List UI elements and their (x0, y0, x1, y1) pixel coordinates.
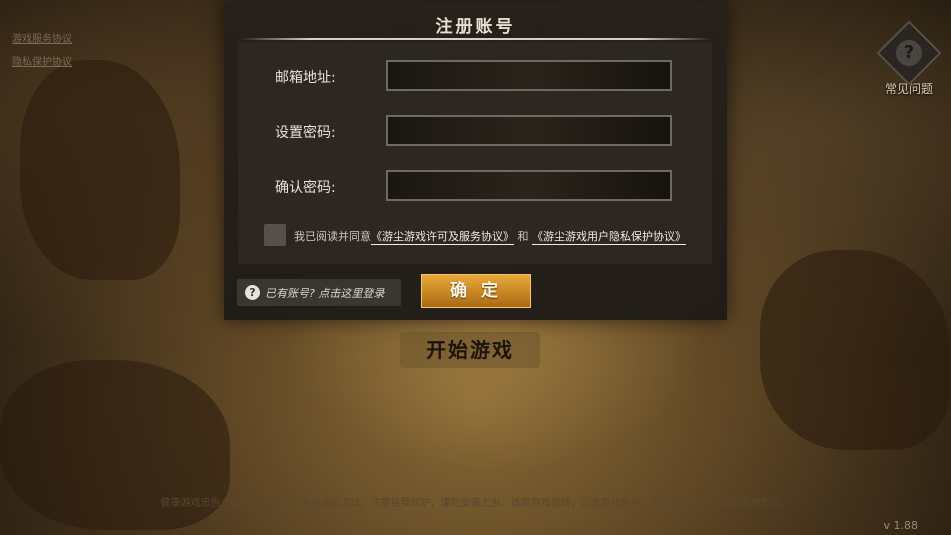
title-divider (240, 38, 711, 40)
start-game-button[interactable]: 开始游戏 (400, 332, 540, 368)
agreement-text: 我已阅读并同意《游尘游戏许可及服务协议》 和 《游尘游戏用户隐私保护协议》 (294, 228, 686, 245)
background-rock (760, 250, 950, 450)
confirm-button[interactable]: 确 定 (421, 274, 531, 308)
faq-button[interactable]: ? 常见问题 (876, 20, 942, 97)
email-label: 邮箱地址: (275, 70, 336, 86)
form-panel: 邮箱地址: 设置密码: 确认密码: 我已阅读并同意《游尘游戏许可及服务协议》 和… (238, 42, 712, 264)
agree-checkbox[interactable] (264, 224, 286, 246)
privacy-policy-link[interactable]: 《游尘游戏用户隐私保护协议》 (532, 230, 686, 245)
password-row: 设置密码: (238, 115, 712, 149)
confirm-password-label: 确认密码: (275, 180, 336, 196)
password-label: 设置密码: (275, 125, 336, 141)
background-rock (20, 60, 180, 280)
confirm-password-input[interactable] (386, 170, 672, 201)
question-icon: ? (245, 285, 260, 300)
email-row: 邮箱地址: (238, 60, 712, 94)
dialog-title: 注册账号 (435, 17, 516, 37)
health-disclaimer: 健康游戏忠告：抵制不良游戏，拒绝盗版游戏。注意自我保护，谨防受骗上当。适度游戏益… (160, 498, 791, 509)
service-agreement-link[interactable]: 游戏服务协议 (12, 30, 72, 45)
version-label: v 1.88 (883, 519, 919, 532)
agreement-row: 我已阅读并同意《游尘游戏许可及服务协议》 和 《游尘游戏用户隐私保护协议》 (264, 224, 704, 248)
faq-frame: ? (876, 20, 942, 86)
register-dialog: 注册账号 邮箱地址: 设置密码: 确认密码: 我已阅读并同意《游尘游戏许可及服务… (224, 2, 727, 320)
agreement-links: 游戏服务协议 隐私保护协议 (12, 30, 72, 76)
login-link-button[interactable]: ? 已有账号? 点击这里登录 (237, 279, 401, 306)
login-hint-text: 已有账号? 点击这里登录 (265, 287, 385, 300)
password-input[interactable] (386, 115, 672, 146)
email-input[interactable] (386, 60, 672, 91)
agreement-prefix: 我已阅读并同意 (294, 230, 371, 243)
question-icon: ? (896, 40, 922, 66)
privacy-agreement-link[interactable]: 隐私保护协议 (12, 53, 72, 68)
agreement-and: 和 (517, 230, 529, 243)
license-agreement-link[interactable]: 《游尘游戏许可及服务协议》 (371, 230, 514, 245)
confirm-password-row: 确认密码: (238, 170, 712, 204)
